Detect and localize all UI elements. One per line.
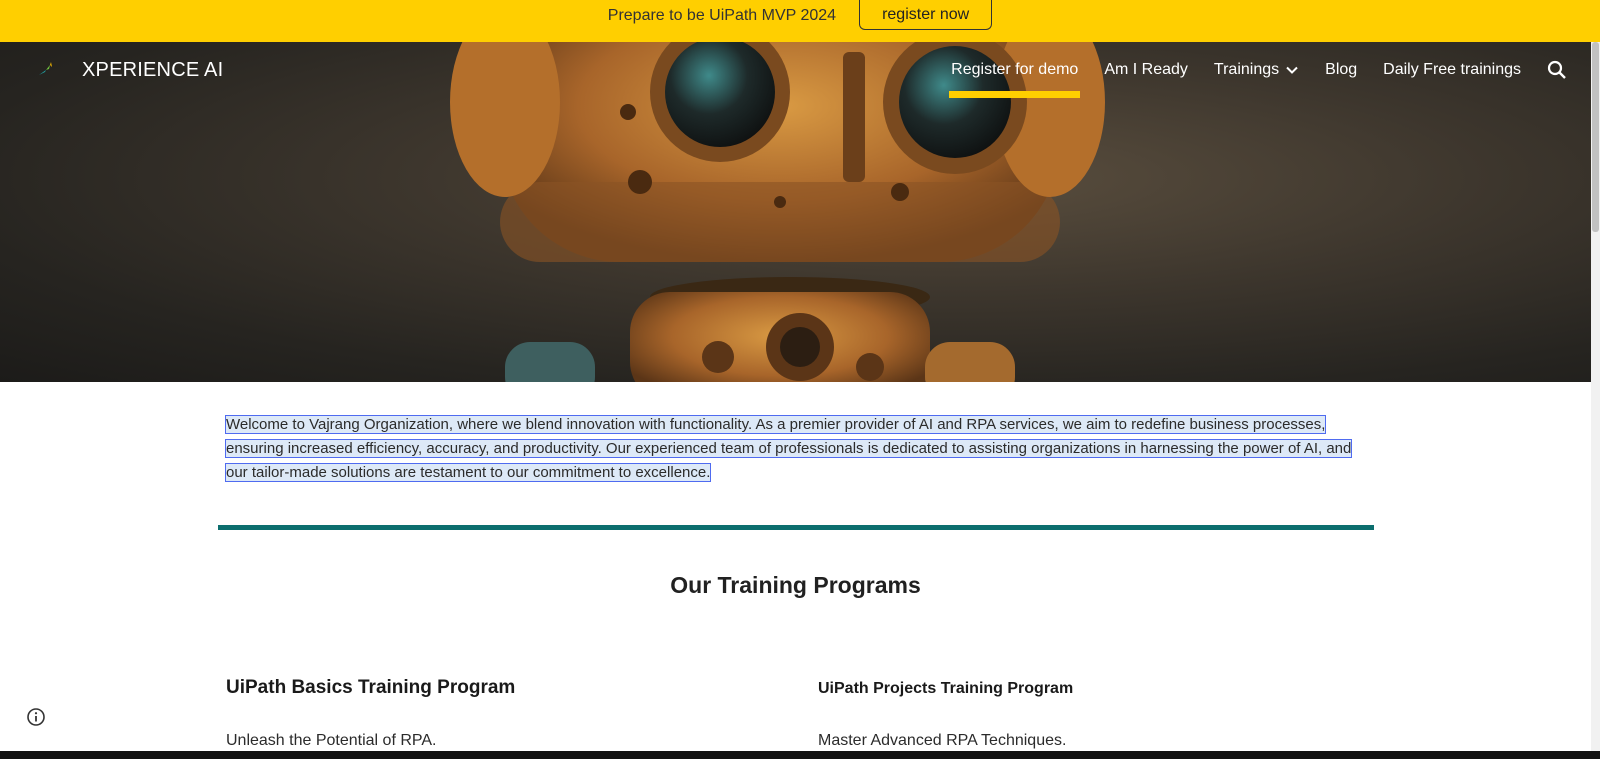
intro-paragraph: Welcome to Vajrang Organization, where w… <box>224 413 1366 485</box>
intro-text-selected: Welcome to Vajrang Organization, where w… <box>224 415 1353 482</box>
nav-trainings[interactable]: Trainings <box>1214 42 1299 98</box>
info-icon[interactable] <box>26 707 46 727</box>
site-title: XPERIENCE AI <box>82 58 224 81</box>
announcement-banner: Prepare to be UiPath MVP 2024 register n… <box>0 0 1600 42</box>
search-button[interactable] <box>1547 60 1567 80</box>
scrollbar-thumb[interactable] <box>1592 42 1599 232</box>
nav-blog[interactable]: Blog <box>1325 42 1357 98</box>
program-description-basics: Unleash the Potential of RPA. <box>226 732 437 749</box>
section-title: Our Training Programs <box>670 572 921 598</box>
section-divider <box>218 525 1374 530</box>
window-bottom-edge <box>0 751 1600 759</box>
program-title-projects: UiPath Projects Training Program <box>818 680 1074 697</box>
register-now-button[interactable]: register now <box>859 0 993 30</box>
leaf-logo-icon <box>39 62 52 75</box>
banner-message: Prepare to be UiPath MVP 2024 <box>607 6 837 24</box>
program-description-projects: Master Advanced RPA Techniques. <box>818 732 1067 749</box>
search-icon <box>1547 60 1566 79</box>
nav-daily-free-trainings[interactable]: Daily Free trainings <box>1383 42 1521 98</box>
program-title-basics: UiPath Basics Training Program <box>226 677 516 698</box>
chevron-down-icon[interactable] <box>1285 63 1299 77</box>
brand[interactable]: XPERIENCE AI <box>36 59 223 82</box>
nav-am-i-ready[interactable]: Am I Ready <box>1104 42 1188 98</box>
nav-register-for-demo[interactable]: Register for demo <box>949 42 1081 98</box>
top-navigation: XPERIENCE AI Register for demo Am I Read… <box>0 42 1591 98</box>
nav-links: Register for demo Am I Ready Trainings B… <box>925 42 1567 98</box>
page-scrollbar[interactable] <box>1591 42 1600 751</box>
nav-trainings-label: Trainings <box>1213 61 1280 78</box>
